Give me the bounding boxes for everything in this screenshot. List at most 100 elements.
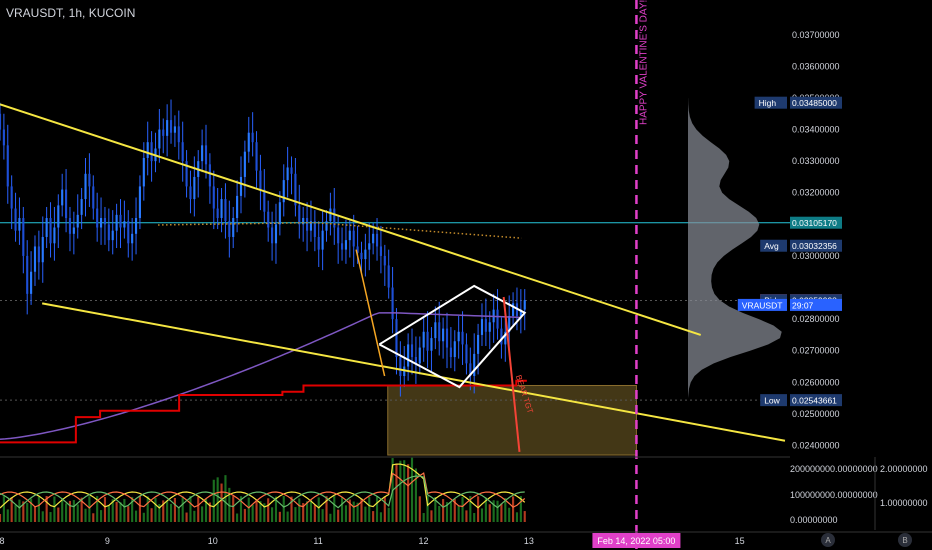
valentine-label: HAPPY VALENTINE'S DAY!!! [638,0,649,125]
volume-bar [488,504,491,522]
candle-body [119,214,122,228]
candle-body [14,208,17,231]
candle-body [84,173,87,200]
volume-bar [123,498,126,522]
volume-bar [119,502,122,522]
volume-bar [309,499,313,522]
volume-bar [333,496,336,522]
candle-body [177,126,180,143]
volume-bar [337,509,340,522]
price-tag-value-text: 29:07 [792,300,814,310]
volume-bar [449,502,452,522]
volume-bar [41,511,44,522]
candle-body [22,218,25,256]
volume-bar [88,496,91,522]
volume-bar [465,510,468,522]
volume-bar [403,460,406,522]
candle-body [329,208,332,222]
volume-axis-label: 0.00000000 [790,515,838,525]
volume-bar [340,497,344,522]
candle-body [10,186,13,209]
volume-bar [65,503,68,522]
volume-bar [37,496,40,522]
price-chart[interactable]: BEAR TGTHAPPY VALENTINE'S DAY!!! 0.037000… [0,0,932,550]
volume-bar [383,496,386,522]
volume-bar [500,503,503,522]
candle-body [274,224,278,244]
volume-bar [181,496,184,522]
candle-body [146,142,149,158]
volume-bar [379,512,382,522]
candle-body [340,243,344,250]
volume-bar [418,496,421,522]
candle-body [61,189,64,206]
candle-body [247,132,250,152]
candle-body [430,338,433,351]
candle-body [259,170,262,190]
volume-bar [523,511,526,522]
candle-body [57,205,60,228]
candle-body [465,344,468,364]
candle-body [123,221,126,228]
volume-bar [473,513,476,522]
volume-bar [430,510,433,522]
x-tick-label: 12 [418,536,428,546]
volume-bar [84,508,87,522]
candle-body [484,319,487,332]
volume-bar [138,496,141,522]
candle-body [449,347,452,358]
candle-body [232,218,235,237]
candle-body [271,227,274,244]
volume-bar [512,496,515,522]
candle-body [0,113,2,130]
candle-body [418,347,421,364]
volume-bar [127,506,130,522]
candle-body [473,353,476,377]
volume-bar [177,508,180,522]
volume-bar [76,504,79,522]
candle-body [243,151,246,177]
candle-body [236,195,239,219]
volume-bar [107,505,110,522]
candle-body [204,145,208,165]
volume-bar [220,483,223,522]
candle-body [488,322,491,332]
volume-bar [317,497,320,522]
candle-body [37,246,40,263]
candle-body [239,176,243,196]
candle-body [255,142,258,171]
candle-body [348,230,351,241]
x-tick-label: 15 [735,536,745,546]
volume-bar [72,500,75,522]
volume-bar [189,496,192,522]
volume-bar [212,479,215,522]
candle-body [368,243,371,250]
candle-body [88,173,91,187]
candle-body [278,202,281,225]
candle-body [181,142,184,162]
y-tick-label: 0.02600000 [792,377,840,387]
candle-body [216,208,219,219]
candle-body [49,218,52,244]
y-tick-label: 0.03200000 [792,188,840,198]
volume-bar [395,463,398,522]
candle-body [189,186,192,200]
candle-body [364,249,367,260]
candle-body [142,157,145,187]
indicator-axis-label: 2.00000000 [880,464,928,474]
candle-body [76,214,79,228]
candle-body [201,145,204,162]
price-tag-value-text: 0.03032356 [792,241,837,251]
candle-body [523,300,526,310]
candle-body [298,205,301,225]
y-tick-label: 0.02700000 [792,346,840,356]
volume-bar [61,498,64,522]
candle-body [131,233,134,244]
candle-body [99,218,103,228]
candle-body [480,319,484,335]
volume-bar [173,497,176,522]
candle-body [267,211,270,228]
candle-body [407,344,410,367]
candle-body [496,309,499,329]
candle-body [375,233,379,247]
